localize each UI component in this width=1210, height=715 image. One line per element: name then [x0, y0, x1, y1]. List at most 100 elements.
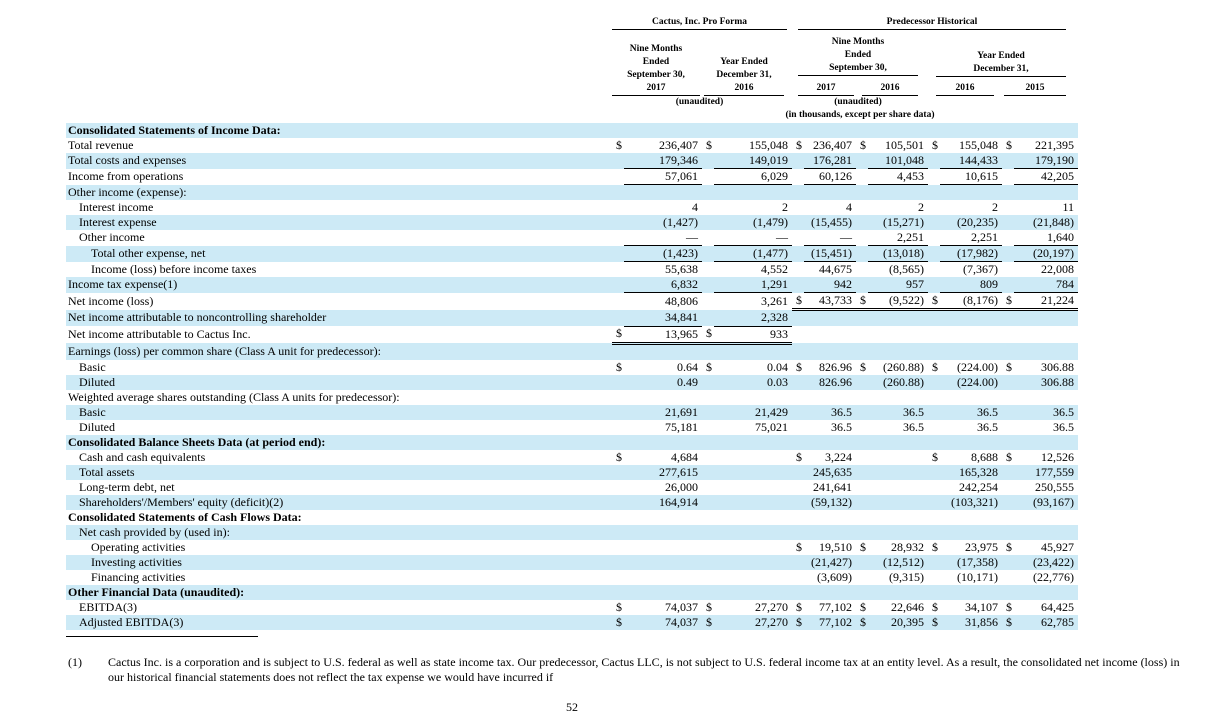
currency-symbol — [792, 262, 804, 278]
currency-symbol — [928, 326, 940, 343]
table-cell-value — [1014, 343, 1078, 360]
currency-symbol — [612, 343, 624, 360]
table-cell-value: 23,975 — [965, 539, 998, 554]
table-cell-value — [940, 326, 1002, 343]
table-row: Income tax expense(1) 6,832 1,291 942 957 809… — [66, 277, 1078, 293]
table-cell-value: (260.88) — [883, 359, 924, 374]
row-label: Interest income — [79, 200, 154, 214]
currency-symbol — [612, 374, 624, 390]
table-row: Investing activities (21,427) (12,512) (17,… — [66, 554, 1078, 570]
table-cell-value: 22,008 — [1041, 262, 1074, 276]
table-cell-value — [714, 123, 792, 138]
table-cell-value — [714, 524, 792, 540]
table-cell-value: 60,126 — [804, 168, 856, 185]
table-cell-value: 4 — [846, 200, 852, 214]
row-label: Consolidated Statements of Cash Flows Da… — [68, 509, 302, 524]
currency-symbol — [1002, 230, 1014, 246]
currency-symbol — [702, 293, 714, 310]
table-cell-value: (12,512) — [868, 554, 928, 570]
currency-symbol — [792, 245, 804, 262]
table-cell-value — [714, 343, 792, 360]
currency-symbol — [856, 153, 868, 169]
table-cell-value — [940, 524, 1002, 540]
table-cell-value: 250,555 — [1035, 479, 1074, 494]
table-cell-value — [1014, 434, 1078, 450]
table-cell-value — [868, 390, 928, 405]
table-cell-value: 177,559 — [1014, 464, 1078, 480]
table-cell-value: 144,433 — [940, 153, 1002, 169]
table-cell-value: 784 — [1014, 277, 1078, 293]
currency-symbol — [928, 464, 940, 480]
table-cell-value — [940, 434, 1002, 450]
table-cell-value — [714, 510, 792, 525]
currency-symbol — [1002, 184, 1014, 200]
currency-symbol — [702, 390, 714, 405]
row-label: Consolidated Balance Sheets Data (at per… — [66, 434, 612, 450]
table-cell-value: (9,522) — [868, 292, 928, 311]
currency-symbol — [1002, 343, 1014, 360]
table-cell-value: 245,635 — [804, 464, 856, 480]
table-cell-value: 36.5 — [831, 419, 852, 434]
table-cell-value: 179,190 — [1014, 153, 1078, 169]
currency-symbol — [702, 554, 714, 570]
currency-symbol — [612, 169, 624, 185]
currency-symbol — [1002, 123, 1014, 138]
currency-symbol: $ — [792, 614, 804, 630]
currency-symbol — [928, 309, 940, 326]
currency-symbol — [928, 494, 940, 510]
currency-symbol — [702, 374, 714, 390]
table-cell-value: 236,407 — [813, 138, 852, 152]
currency-symbol — [1002, 153, 1014, 169]
table-cell-value — [804, 390, 856, 405]
table-cell-value: (22,776) — [1033, 569, 1074, 584]
table-cell-value: 20,395 — [868, 614, 928, 630]
currency-symbol: $ — [792, 292, 804, 311]
currency-symbol — [702, 480, 714, 495]
currency-symbol — [702, 277, 714, 293]
table-cell-value: 2,251 — [868, 230, 928, 246]
header-nine-2016: 2016 — [862, 82, 918, 96]
currency-symbol — [702, 245, 714, 262]
table-cell-value: 0.04 — [767, 359, 788, 374]
row-label: Total assets — [66, 464, 612, 480]
currency-symbol — [702, 343, 714, 360]
currency-symbol: $ — [932, 449, 938, 464]
currency-symbol: $ — [702, 326, 714, 345]
table-row: Consolidated Balance Sheets Data (at per… — [66, 434, 1078, 450]
currency-symbol: $ — [706, 138, 712, 152]
table-cell-value: 306.88 — [1014, 374, 1078, 390]
currency-symbol — [612, 123, 624, 138]
table-cell-value: (1,477) — [714, 245, 792, 262]
currency-symbol — [612, 215, 624, 230]
currency-symbol — [612, 510, 624, 525]
currency-symbol — [928, 374, 940, 390]
table-row: Total revenue $236,407 $155,048 $236,407 $10… — [66, 138, 1078, 153]
table-cell-value: (13,018) — [868, 245, 928, 262]
table-cell-value: 933 — [714, 326, 792, 345]
table-cell-value: 0.49 — [624, 374, 702, 390]
currency-symbol: $ — [796, 449, 802, 464]
table-row: Interest income 4 2 4 2 2 11 — [66, 200, 1078, 215]
currency-symbol — [792, 123, 804, 138]
table-cell-value — [940, 309, 1002, 326]
table-cell-value — [868, 309, 928, 326]
table-cell-value — [624, 343, 702, 360]
table-cell-value: 1,291 — [714, 277, 792, 293]
footnote-divider — [66, 636, 258, 637]
table-cell-value — [1014, 326, 1078, 343]
table-cell-value: (17,982) — [940, 245, 1002, 262]
currency-symbol — [928, 343, 940, 360]
table-cell-value — [714, 540, 792, 555]
currency-symbol: $ — [1006, 539, 1012, 554]
currency-symbol — [928, 245, 940, 262]
currency-symbol — [792, 570, 804, 585]
table-cell-value: — — [714, 230, 792, 246]
table-row: Net income (loss) 48,806 3,261 $43,733 $ (9,5… — [66, 292, 1078, 311]
table-cell-value — [940, 390, 1002, 405]
table-cell-value: 44,675 — [819, 262, 852, 276]
table-cell-value: (8,176) — [940, 292, 1002, 311]
currency-symbol — [702, 420, 714, 435]
table-cell-value: (1,423) — [624, 245, 702, 262]
financial-data-table: Consolidated Statements of Income Data: T… — [66, 123, 1078, 630]
currency-symbol — [856, 215, 868, 230]
